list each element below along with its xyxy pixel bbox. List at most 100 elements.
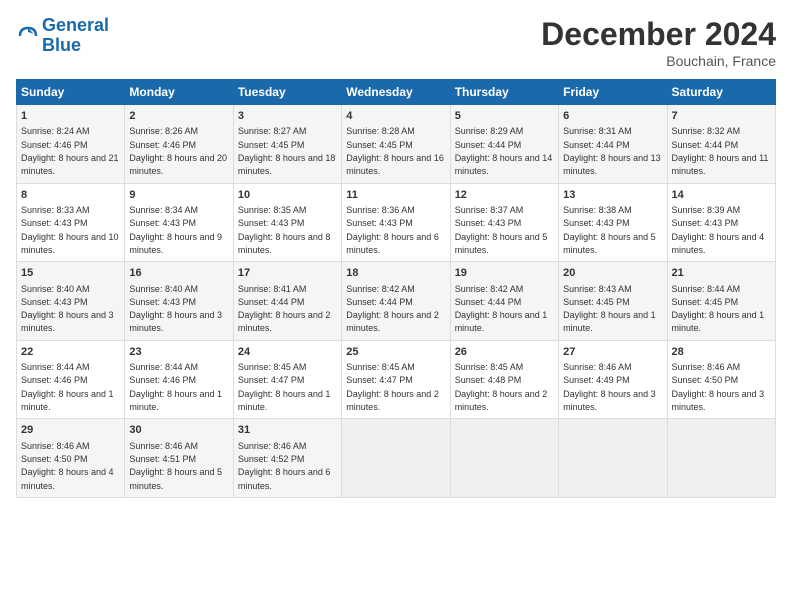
day-number: 28 (672, 345, 771, 360)
calendar-day-cell (559, 419, 667, 498)
day-number: 26 (455, 345, 554, 360)
calendar-header: GeneralBlue December 2024 Bouchain, Fran… (16, 16, 776, 69)
day-info: Sunrise: 8:36 AMSunset: 4:43 PMDaylight:… (346, 205, 439, 255)
logo-text: GeneralBlue (42, 16, 109, 56)
day-info: Sunrise: 8:40 AMSunset: 4:43 PMDaylight:… (129, 284, 222, 334)
day-info: Sunrise: 8:42 AMSunset: 4:44 PMDaylight:… (455, 284, 548, 334)
day-info: Sunrise: 8:40 AMSunset: 4:43 PMDaylight:… (21, 284, 114, 334)
day-number: 11 (346, 188, 445, 203)
col-sunday: Sunday (17, 80, 125, 105)
calendar-day-cell: 1 Sunrise: 8:24 AMSunset: 4:46 PMDaylight… (17, 105, 125, 184)
day-info: Sunrise: 8:46 AMSunset: 4:52 PMDaylight:… (238, 441, 331, 491)
col-thursday: Thursday (450, 80, 558, 105)
day-info: Sunrise: 8:46 AMSunset: 4:50 PMDaylight:… (672, 362, 765, 412)
title-block: December 2024 Bouchain, France (541, 16, 776, 69)
day-number: 29 (21, 423, 120, 438)
calendar-day-cell: 2Sunrise: 8:26 AMSunset: 4:46 PMDaylight… (125, 105, 233, 184)
day-number: 22 (21, 345, 120, 360)
col-saturday: Saturday (667, 80, 775, 105)
calendar-week-row: 22 Sunrise: 8:44 AMSunset: 4:46 PMDayligh… (17, 340, 776, 419)
calendar-day-cell (450, 419, 558, 498)
calendar-day-cell: 4Sunrise: 8:28 AMSunset: 4:45 PMDaylight… (342, 105, 450, 184)
day-number: 14 (672, 188, 771, 203)
day-number: 27 (563, 345, 662, 360)
calendar-table: Sunday Monday Tuesday Wednesday Thursday… (16, 79, 776, 498)
day-number: 7 (672, 109, 771, 124)
day-number: 31 (238, 423, 337, 438)
calendar-day-cell (342, 419, 450, 498)
calendar-day-cell: 22 Sunrise: 8:44 AMSunset: 4:46 PMDayligh… (17, 340, 125, 419)
calendar-day-cell: 10 Sunrise: 8:35 AMSunset: 4:43 PMDayligh… (233, 183, 341, 262)
calendar-day-cell: 26 Sunrise: 8:45 AMSunset: 4:48 PMDayligh… (450, 340, 558, 419)
calendar-day-cell: 20 Sunrise: 8:43 AMSunset: 4:45 PMDayligh… (559, 262, 667, 341)
day-number: 13 (563, 188, 662, 203)
day-number: 17 (238, 266, 337, 281)
calendar-day-cell: 6Sunrise: 8:31 AMSunset: 4:44 PMDaylight… (559, 105, 667, 184)
calendar-day-cell: 18 Sunrise: 8:42 AMSunset: 4:44 PMDayligh… (342, 262, 450, 341)
calendar-day-cell: 29Sunrise: 8:46 AMSunset: 4:50 PMDayligh… (17, 419, 125, 498)
day-info: Sunrise: 8:46 AMSunset: 4:49 PMDaylight:… (563, 362, 656, 412)
day-info: Sunrise: 8:44 AMSunset: 4:46 PMDaylight:… (129, 362, 222, 412)
col-monday: Monday (125, 80, 233, 105)
calendar-week-row: 29Sunrise: 8:46 AMSunset: 4:50 PMDayligh… (17, 419, 776, 498)
calendar-day-cell (667, 419, 775, 498)
day-info: Sunrise: 8:32 AMSunset: 4:44 PMDaylight:… (672, 126, 769, 176)
calendar-day-cell: 17 Sunrise: 8:41 AMSunset: 4:44 PMDayligh… (233, 262, 341, 341)
day-info: Sunrise: 8:27 AMSunset: 4:45 PMDaylight:… (238, 126, 336, 176)
day-info: Sunrise: 8:38 AMSunset: 4:43 PMDaylight:… (563, 205, 656, 255)
calendar-day-cell: 15 Sunrise: 8:40 AMSunset: 4:43 PMDayligh… (17, 262, 125, 341)
day-info: Sunrise: 8:45 AMSunset: 4:48 PMDaylight:… (455, 362, 548, 412)
day-info: Sunrise: 8:45 AMSunset: 4:47 PMDaylight:… (346, 362, 439, 412)
calendar-week-row: 1 Sunrise: 8:24 AMSunset: 4:46 PMDaylight… (17, 105, 776, 184)
logo-icon (16, 24, 40, 48)
day-number: 10 (238, 188, 337, 203)
calendar-container: GeneralBlue December 2024 Bouchain, Fran… (0, 0, 792, 612)
day-number: 12 (455, 188, 554, 203)
day-number: 25 (346, 345, 445, 360)
day-number: 24 (238, 345, 337, 360)
day-number: 20 (563, 266, 662, 281)
day-number: 19 (455, 266, 554, 281)
calendar-day-cell: 30Sunrise: 8:46 AMSunset: 4:51 PMDayligh… (125, 419, 233, 498)
logo: GeneralBlue (16, 16, 109, 56)
day-info: Sunrise: 8:24 AMSunset: 4:46 PMDaylight:… (21, 126, 119, 176)
day-number: 21 (672, 266, 771, 281)
calendar-day-cell: 28 Sunrise: 8:46 AMSunset: 4:50 PMDayligh… (667, 340, 775, 419)
day-info: Sunrise: 8:37 AMSunset: 4:43 PMDaylight:… (455, 205, 548, 255)
calendar-day-cell: 24Sunrise: 8:45 AMSunset: 4:47 PMDayligh… (233, 340, 341, 419)
day-number: 6 (563, 109, 662, 124)
calendar-day-cell: 21 Sunrise: 8:44 AMSunset: 4:45 PMDayligh… (667, 262, 775, 341)
day-info: Sunrise: 8:39 AMSunset: 4:43 PMDaylight:… (672, 205, 765, 255)
day-number: 15 (21, 266, 120, 281)
day-info: Sunrise: 8:41 AMSunset: 4:44 PMDaylight:… (238, 284, 331, 334)
day-info: Sunrise: 8:44 AMSunset: 4:46 PMDaylight:… (21, 362, 114, 412)
calendar-day-cell: 23 Sunrise: 8:44 AMSunset: 4:46 PMDayligh… (125, 340, 233, 419)
day-number: 16 (129, 266, 228, 281)
calendar-day-cell: 12 Sunrise: 8:37 AMSunset: 4:43 PMDayligh… (450, 183, 558, 262)
calendar-header-row: Sunday Monday Tuesday Wednesday Thursday… (17, 80, 776, 105)
day-info: Sunrise: 8:42 AMSunset: 4:44 PMDaylight:… (346, 284, 439, 334)
day-number: 18 (346, 266, 445, 281)
day-info: Sunrise: 8:35 AMSunset: 4:43 PMDaylight:… (238, 205, 331, 255)
col-wednesday: Wednesday (342, 80, 450, 105)
calendar-day-cell: 14 Sunrise: 8:39 AMSunset: 4:43 PMDayligh… (667, 183, 775, 262)
calendar-week-row: 15 Sunrise: 8:40 AMSunset: 4:43 PMDayligh… (17, 262, 776, 341)
day-info: Sunrise: 8:29 AMSunset: 4:44 PMDaylight:… (455, 126, 553, 176)
day-number: 23 (129, 345, 228, 360)
day-number: 3 (238, 109, 337, 124)
calendar-day-cell: 7 Sunrise: 8:32 AMSunset: 4:44 PMDaylight… (667, 105, 775, 184)
day-number: 9 (129, 188, 228, 203)
day-number: 5 (455, 109, 554, 124)
calendar-day-cell: 25 Sunrise: 8:45 AMSunset: 4:47 PMDayligh… (342, 340, 450, 419)
calendar-day-cell: 3 Sunrise: 8:27 AMSunset: 4:45 PMDaylight… (233, 105, 341, 184)
day-info: Sunrise: 8:43 AMSunset: 4:45 PMDaylight:… (563, 284, 656, 334)
calendar-day-cell: 9Sunrise: 8:34 AMSunset: 4:43 PMDaylight… (125, 183, 233, 262)
col-tuesday: Tuesday (233, 80, 341, 105)
day-number: 1 (21, 109, 120, 124)
day-number: 4 (346, 109, 445, 124)
location-title: Bouchain, France (541, 53, 776, 69)
day-number: 30 (129, 423, 228, 438)
calendar-day-cell: 27 Sunrise: 8:46 AMSunset: 4:49 PMDayligh… (559, 340, 667, 419)
day-info: Sunrise: 8:44 AMSunset: 4:45 PMDaylight:… (672, 284, 765, 334)
calendar-week-row: 8Sunrise: 8:33 AMSunset: 4:43 PMDaylight… (17, 183, 776, 262)
